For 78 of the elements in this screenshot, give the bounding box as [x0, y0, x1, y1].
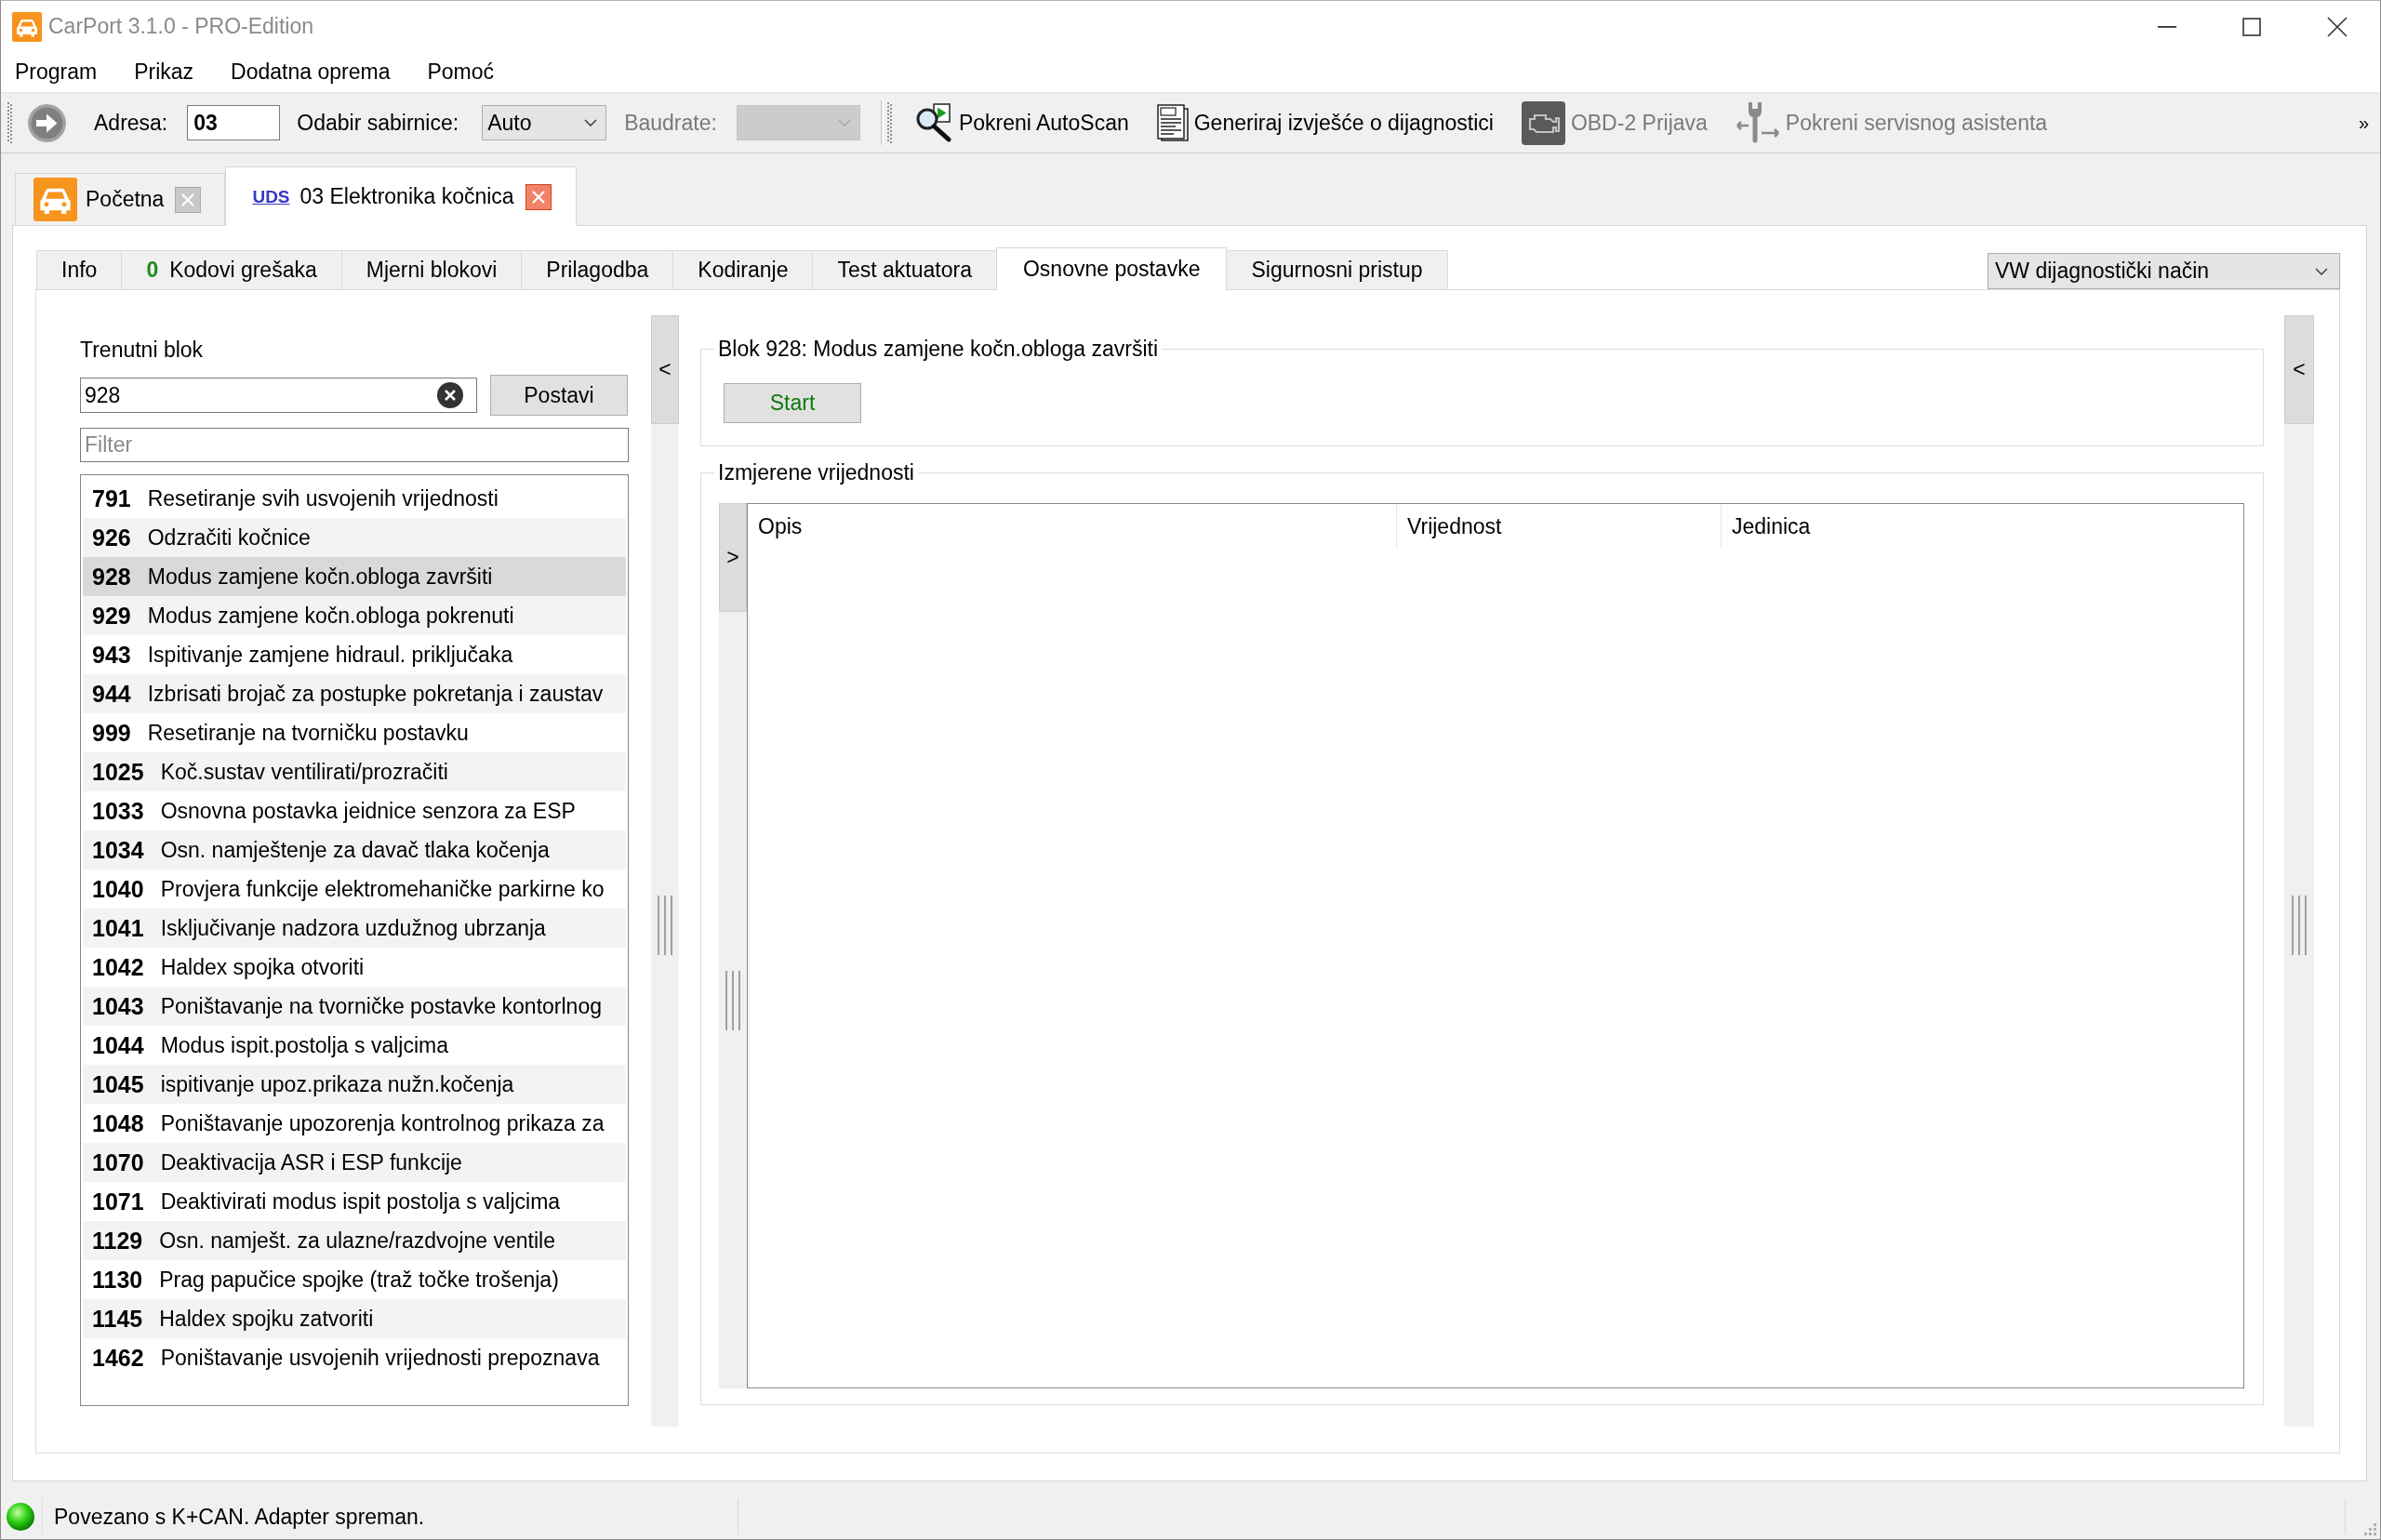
list-item[interactable]: 1462 Poništavanje usvojenih vrijednosti prepoznava: [83, 1338, 626, 1377]
block-number-field[interactable]: 928: [80, 378, 477, 413]
menu-item[interactable]: Dodatna oprema: [231, 60, 391, 85]
resize-grip-icon[interactable]: [2364, 1523, 2377, 1536]
tab[interactable]: Kodiranje: [672, 250, 814, 289]
menu-item[interactable]: Program: [15, 60, 98, 85]
list-item[interactable]: 1042 Haldex spojka otvoriti: [83, 948, 626, 987]
address-field[interactable]: 03: [187, 105, 281, 140]
tab[interactable]: Test aktuatora: [812, 250, 997, 289]
report-button[interactable]: Generiraj izvješće o dijagnostici: [1156, 100, 1494, 146]
list-item[interactable]: 1130 Prag papučice spojke (traž točke trošenja): [83, 1260, 626, 1299]
list-item[interactable]: 943 Ispitivanje zamjene hidraul. priključaka: [83, 635, 626, 674]
tab[interactable]: Osnovne postavke: [995, 247, 1228, 290]
column-header[interactable]: Opis: [748, 504, 1397, 549]
expand-button[interactable]: >: [719, 503, 747, 612]
grip-icon[interactable]: [7, 102, 12, 143]
chevron-down-icon: [837, 119, 851, 126]
list-item[interactable]: 1044 Modus ispit.postolja s valjcima: [83, 1026, 626, 1065]
chevron-down-icon: [2315, 267, 2328, 275]
list-item[interactable]: 1045 ispitivanje upoz.prikaza nužn.kočenja: [83, 1065, 626, 1104]
clear-icon[interactable]: [437, 382, 463, 408]
bus-dropdown[interactable]: Auto: [482, 105, 607, 140]
bus-label: Odabir sabirnice:: [297, 110, 459, 136]
document-icon[interactable]: [1156, 104, 1189, 141]
list-item[interactable]: 1043 Poništavanje na tvorničke postavke kontorlnog: [83, 987, 626, 1026]
autoscan-button[interactable]: Pokreni AutoScan: [913, 100, 1129, 146]
start-button[interactable]: Start: [724, 383, 861, 423]
list-item[interactable]: 1071 Deaktivirati modus ispit postolja s valjcima: [83, 1182, 626, 1221]
list-item[interactable]: 999 Resetiranje na tvorničku postavku: [83, 713, 626, 752]
car-icon: [33, 178, 77, 221]
list-item[interactable]: 926 Odzračiti kočnice: [83, 518, 626, 557]
address-label: Adresa:: [94, 110, 168, 136]
list-item[interactable]: 1040 Provjera funkcije elektromehaničke parkirne ko: [83, 870, 626, 909]
list-item[interactable]: 929 Modus zamjene kočn.obloga pokrenuti: [83, 596, 626, 635]
chevron-down-icon: [584, 119, 598, 126]
filter-field[interactable]: Filter: [80, 428, 629, 462]
baudrate-label: Baudrate:: [624, 110, 717, 136]
grip-icon[interactable]: [725, 970, 741, 1030]
grip-icon[interactable]: [886, 102, 892, 143]
window-title: CarPort 3.1.0 - PRO-Edition: [48, 14, 314, 39]
list-item[interactable]: 1129 Osn. namješt. za ulazne/razdvojne ventile: [83, 1221, 626, 1260]
group-title: Izmjerene vrijednosti: [717, 459, 915, 485]
list-item[interactable]: 1041 Isključivanje nadzora uzdužnog ubrzanja: [83, 909, 626, 948]
document-tab[interactable]: Početna: [15, 173, 226, 225]
mode-dropdown[interactable]: VW dijagnostički način: [1988, 253, 2340, 289]
list-item[interactable]: 944 Izbrisati brojač za postupke pokretanja i zaustav: [83, 674, 626, 713]
arrow-right-icon[interactable]: [28, 103, 66, 142]
set-button[interactable]: Postavi: [490, 375, 628, 416]
menu-item[interactable]: Prikaz: [134, 60, 194, 85]
list-item[interactable]: 791 Resetiranje svih usvojenih vrijednosti: [83, 479, 626, 518]
minimize-icon[interactable]: [2158, 25, 2176, 28]
list-item[interactable]: 928 Modus zamjene kočn.obloga završiti: [83, 557, 626, 596]
tab[interactable]: Sigurnosni pristup: [1226, 250, 1448, 289]
maximize-icon[interactable]: [2242, 17, 2261, 36]
group-title: Blok 928: Modus zamjene kočn.obloga završiti: [717, 336, 1160, 362]
column-header[interactable]: Vrijednost: [1397, 504, 1722, 549]
grip-icon[interactable]: [657, 896, 673, 955]
status-text: Povezano s K+CAN. Adapter spreman.: [54, 1504, 425, 1530]
menu-item[interactable]: Pomoć: [427, 60, 495, 85]
list-item[interactable]: 1034 Osn. namještenje za davač tlaka kočenja: [83, 830, 626, 870]
tab[interactable]: Mjerni blokovi: [340, 250, 523, 289]
grip-icon[interactable]: [2291, 896, 2308, 955]
collapse-button[interactable]: <: [2284, 315, 2314, 424]
close-icon[interactable]: [2327, 16, 2348, 37]
collapse-button[interactable]: <: [651, 315, 679, 424]
current-block-label: Trenutni blok: [80, 337, 205, 364]
tab[interactable]: 0 Kodovi grešaka: [121, 250, 342, 289]
list-item[interactable]: 1145 Haldex spojku zatvoriti: [83, 1299, 626, 1338]
list-item[interactable]: 1025 Koč.sustav ventilirati/prozračiti: [83, 752, 626, 791]
list-item[interactable]: 1070 Deaktivacija ASR i ESP funkcije: [83, 1143, 626, 1182]
overflow-button[interactable]: »: [2354, 112, 2373, 134]
app-logo-icon: [12, 11, 42, 42]
tab[interactable]: Info: [36, 250, 123, 289]
list-item[interactable]: 1033 Osnovna postavka jeidnice senzora za ESP: [83, 791, 626, 830]
tab[interactable]: Prilagodba: [521, 250, 674, 289]
document-tab[interactable]: UDS 03 Elektronika kočnica: [225, 166, 577, 226]
column-header[interactable]: Jedinica: [1722, 504, 2243, 549]
list-item[interactable]: 1048 Poništavanje upozorenja kontrolnog prikaza za: [83, 1104, 626, 1143]
